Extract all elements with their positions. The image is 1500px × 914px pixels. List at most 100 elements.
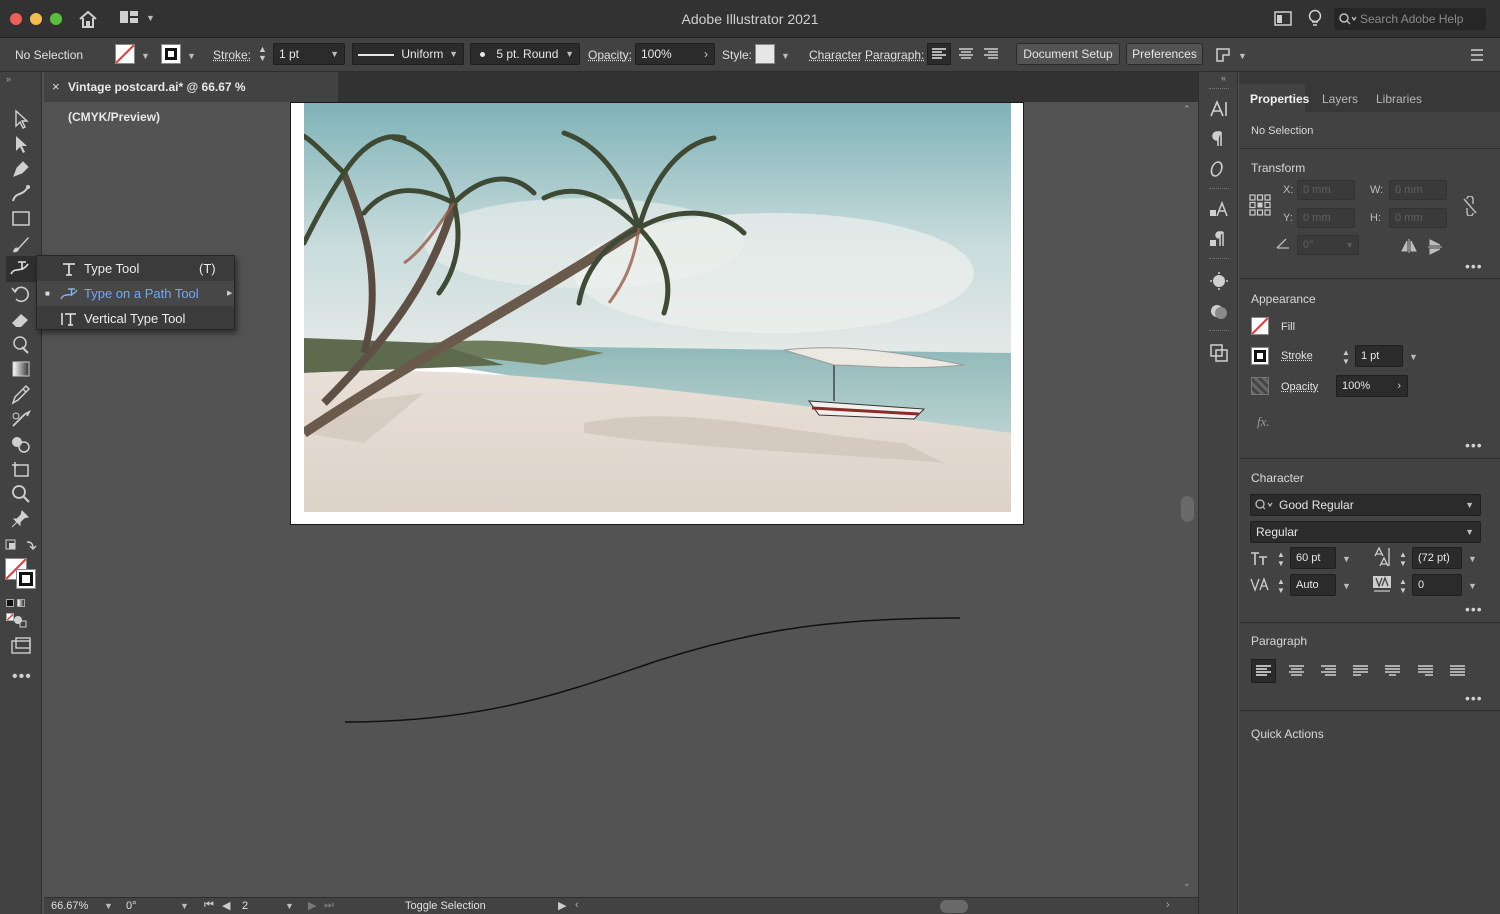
align-right-icon[interactable] [980, 44, 1002, 64]
stroke-stepper-icon[interactable]: ▲ ▼ [258, 45, 267, 63]
chevron-down-icon[interactable]: ▼ [1465, 522, 1474, 542]
flip-vertical-icon[interactable] [1427, 238, 1443, 256]
stroke-dropdown-icon[interactable]: ▼ [187, 51, 196, 61]
eraser-tool-icon[interactable] [8, 308, 34, 330]
tab-layers[interactable]: Layers [1322, 92, 1358, 106]
zoom-tool-icon[interactable] [8, 483, 34, 505]
chevron-down-icon[interactable]: ▼ [1238, 51, 1247, 61]
character-styles-icon[interactable] [1207, 198, 1231, 220]
scroll-left-icon[interactable]: ‹ [575, 899, 579, 911]
fx-effects-button[interactable]: fx. [1257, 414, 1270, 430]
appearance-stroke-field[interactable]: 1 pt [1355, 345, 1403, 367]
zoom-level[interactable]: 66.67% [51, 900, 88, 912]
blend-tool-icon[interactable] [8, 408, 34, 430]
align-center-icon[interactable] [1285, 660, 1308, 682]
minimize-window-button[interactable] [30, 13, 42, 25]
gradient-mode-icon[interactable] [17, 599, 26, 607]
beach-photo[interactable] [304, 103, 1011, 512]
opentype-panel-icon[interactable] [1207, 158, 1231, 180]
leading-field[interactable]: (72 pt) [1412, 547, 1462, 569]
rotation-dropdown-icon[interactable]: ▼ [180, 901, 189, 911]
scroll-down-icon[interactable]: ⌄ [1183, 878, 1191, 889]
chevron-down-icon[interactable]: ▼ [781, 51, 790, 61]
rectangle-tool-icon[interactable] [8, 208, 34, 230]
character-link[interactable]: Character [809, 48, 862, 62]
pin-tool-icon[interactable] [8, 508, 34, 530]
close-tab-icon[interactable]: × [52, 72, 60, 102]
vertical-scrollbar[interactable]: ⌃ ⌄ [1178, 102, 1198, 897]
document-setup-button[interactable]: Document Setup [1016, 43, 1120, 65]
paragraph-align-left-button[interactable] [1251, 659, 1276, 683]
color-mode-buttons[interactable] [6, 596, 36, 621]
type-tool-group-active[interactable] [6, 256, 36, 282]
chevron-down-icon[interactable]: ▼ [1342, 554, 1351, 564]
lightbulb-icon[interactable] [1307, 9, 1323, 28]
panel-menu-icon[interactable] [1470, 48, 1484, 62]
tracking-field[interactable]: 0 [1412, 574, 1462, 596]
home-icon[interactable] [78, 10, 98, 28]
appearance-fill-swatch[interactable] [1251, 317, 1269, 335]
grip[interactable] [1209, 88, 1229, 90]
font-size-field[interactable]: 60 pt [1290, 547, 1336, 569]
maximize-window-button[interactable] [50, 13, 62, 25]
fill-swatch[interactable] [115, 44, 135, 64]
stroke-color-box[interactable] [16, 569, 36, 589]
flip-horizontal-icon[interactable] [1400, 238, 1418, 254]
gradient-tool-icon[interactable] [8, 358, 34, 380]
chevron-down-icon[interactable]: ▼ [1468, 581, 1477, 591]
appearance-opacity-field[interactable]: 100% › [1336, 375, 1408, 397]
kerning-stepper-icon[interactable]: ▲ ▼ [1277, 577, 1285, 595]
appearance-panel-icon[interactable] [1207, 270, 1231, 292]
paragraph-styles-icon[interactable] [1207, 228, 1231, 250]
fill-dropdown-icon[interactable]: ▼ [141, 51, 150, 61]
opacity-field[interactable]: 100% › [635, 43, 715, 65]
graphic-style-swatch[interactable] [755, 44, 775, 64]
stroke-link[interactable]: Stroke [1281, 350, 1313, 362]
transform-more-options-icon[interactable]: ••• [1465, 258, 1483, 274]
free-transform-tool-icon[interactable] [8, 333, 34, 355]
chevron-down-icon[interactable]: ▼ [1409, 352, 1418, 362]
leading-stepper-icon[interactable]: ▲ ▼ [1399, 550, 1407, 568]
horizontal-scroll-thumb[interactable] [940, 900, 968, 913]
align-right-icon[interactable] [1317, 660, 1340, 682]
status-mode[interactable]: Toggle Selection [405, 900, 486, 912]
transform-panel-icon[interactable] [1207, 342, 1231, 364]
zoom-dropdown-icon[interactable]: ▼ [104, 901, 113, 911]
justify-last-right-icon[interactable] [1414, 660, 1437, 682]
tab-properties[interactable]: Properties [1250, 92, 1309, 106]
search-help-input[interactable]: Search Adobe Help [1334, 8, 1486, 30]
justify-last-left-icon[interactable] [1349, 660, 1372, 682]
chevron-down-icon[interactable]: ▼ [1465, 495, 1474, 515]
font-family-field[interactable]: Good Regular ▼ [1250, 494, 1481, 516]
paragraph-more-options-icon[interactable]: ••• [1465, 690, 1483, 706]
stroke-stepper-icon[interactable]: ▲ ▼ [1342, 348, 1350, 366]
chevron-right-icon[interactable]: › [704, 44, 708, 64]
tab-libraries[interactable]: Libraries [1376, 92, 1422, 106]
chevron-down-icon[interactable]: ▼ [1342, 581, 1351, 591]
align-center-icon[interactable] [955, 44, 977, 64]
draw-mode-icon[interactable] [8, 610, 34, 632]
curvature-tool-icon[interactable] [8, 183, 34, 205]
artboard[interactable] [290, 102, 1024, 525]
grip[interactable] [1209, 258, 1229, 260]
collapse-panel-icon[interactable]: » [6, 74, 11, 84]
character-more-options-icon[interactable]: ••• [1465, 601, 1483, 617]
tracking-stepper-icon[interactable]: ▲ ▼ [1399, 577, 1407, 595]
selection-tool-icon[interactable] [8, 108, 34, 130]
edit-toolbar-icon[interactable]: ••• [12, 668, 32, 686]
paragraph-link[interactable]: Paragraph: [865, 48, 924, 62]
previous-artboard-icon[interactable]: ◀ [222, 899, 230, 912]
close-window-button[interactable] [10, 13, 22, 25]
justify-last-center-icon[interactable] [1381, 660, 1404, 682]
arrange-documents-icon[interactable] [1274, 11, 1292, 26]
appearance-stroke-swatch[interactable] [1251, 347, 1269, 365]
character-panel-icon[interactable] [1207, 98, 1231, 120]
justify-all-icon[interactable] [1446, 660, 1469, 682]
align-left-button[interactable] [927, 43, 951, 65]
preferences-button[interactable]: Preferences [1126, 43, 1203, 65]
type-on-path-tool-item[interactable]: ■ Type on a Path Tool ▶ [37, 281, 234, 306]
artboard-dropdown-icon[interactable]: ▼ [285, 901, 294, 911]
variable-width-profile[interactable]: Uniform ▼ [352, 43, 464, 65]
rotate-tool-icon[interactable] [8, 283, 34, 305]
kerning-field[interactable]: Auto [1290, 574, 1336, 596]
